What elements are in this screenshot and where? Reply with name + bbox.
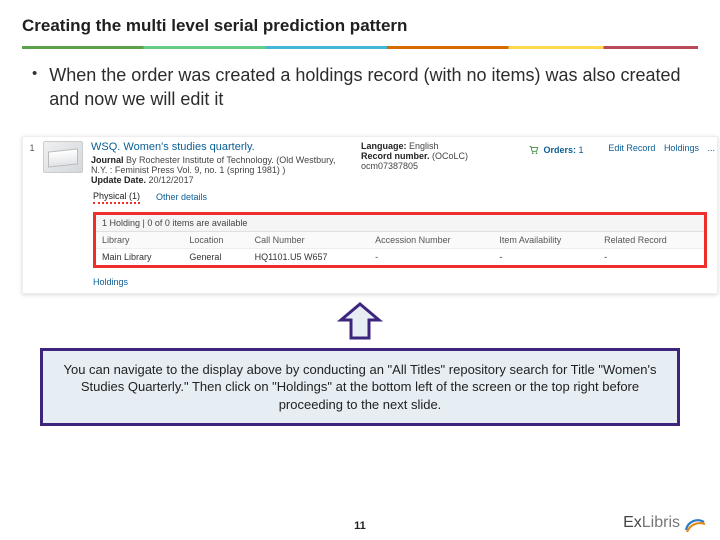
holdings-header: 1 Holding | 0 of 0 items are available: [96, 215, 704, 232]
col-location: Location: [183, 232, 248, 249]
journal-label: Journal: [91, 155, 124, 165]
cell-related: -: [598, 248, 704, 265]
cart-icon: [529, 145, 539, 155]
orders-label: Orders:: [544, 145, 577, 155]
recnum-line: Record number. (OCoLC) ocm07387805: [361, 151, 523, 171]
slide-title: Creating the multi level serial predicti…: [22, 16, 698, 36]
logo-part2: Libris: [642, 514, 680, 531]
more-actions-link[interactable]: ...: [707, 143, 715, 153]
cell-library: Main Library: [96, 248, 183, 265]
language-line: Language: English: [361, 141, 523, 151]
bullet-text: When the order was created a holdings re…: [49, 63, 688, 112]
journal-line: Journal By Rochester Institute of Techno…: [91, 155, 351, 175]
cell-availability: -: [493, 248, 598, 265]
cell-callno: HQ1101.U5 W657: [249, 248, 369, 265]
cell-location: General: [183, 248, 248, 265]
col-related: Related Record: [598, 232, 704, 249]
arrow-up-icon: [337, 302, 383, 342]
language-label: Language:: [361, 141, 407, 151]
logo-arc-icon: [684, 512, 706, 534]
row-number: 1: [23, 137, 41, 187]
holdings-table: Library Location Call Number Accession N…: [96, 232, 704, 265]
bullet-marker: •: [32, 63, 37, 84]
edit-record-link[interactable]: Edit Record: [608, 143, 655, 153]
tab-physical[interactable]: Physical (1): [93, 191, 140, 204]
language-value: English: [409, 141, 439, 151]
update-value: 20/12/2017: [149, 175, 194, 185]
cell-accession: -: [369, 248, 493, 265]
holdings-highlight-box: 1 Holding | 0 of 0 items are available L…: [93, 212, 707, 268]
page-number: 11: [0, 520, 720, 532]
col-callno: Call Number: [249, 232, 369, 249]
col-library: Library: [96, 232, 183, 249]
table-header-row: Library Location Call Number Accession N…: [96, 232, 704, 249]
orders-value: 1: [579, 145, 584, 155]
record-thumbnail: [43, 141, 83, 173]
update-line: Update Date. 20/12/2017: [91, 175, 351, 185]
record-title-link[interactable]: WSQ. Women's studies quarterly.: [91, 141, 351, 153]
logo-part1: Ex: [623, 514, 642, 531]
holdings-link-top[interactable]: Holdings: [664, 143, 699, 153]
journal-value: By Rochester Institute of Technology. (O…: [91, 155, 335, 175]
table-row: Main Library General HQ1101.U5 W657 - - …: [96, 248, 704, 265]
exlibris-logo: ExLibris: [623, 512, 706, 534]
col-availability: Item Availability: [493, 232, 598, 249]
holdings-link-bottom[interactable]: Holdings: [23, 274, 717, 293]
col-accession: Accession Number: [369, 232, 493, 249]
tab-other-details[interactable]: Other details: [156, 192, 207, 202]
recnum-label: Record number.: [361, 151, 430, 161]
callout-box: You can navigate to the display above by…: [40, 348, 680, 427]
orders-cell[interactable]: Orders: 1: [527, 137, 597, 187]
divider: [22, 46, 698, 49]
screenshot-panel: 1 WSQ. Women's studies quarterly. Journa…: [22, 136, 718, 294]
update-label: Update Date.: [91, 175, 146, 185]
